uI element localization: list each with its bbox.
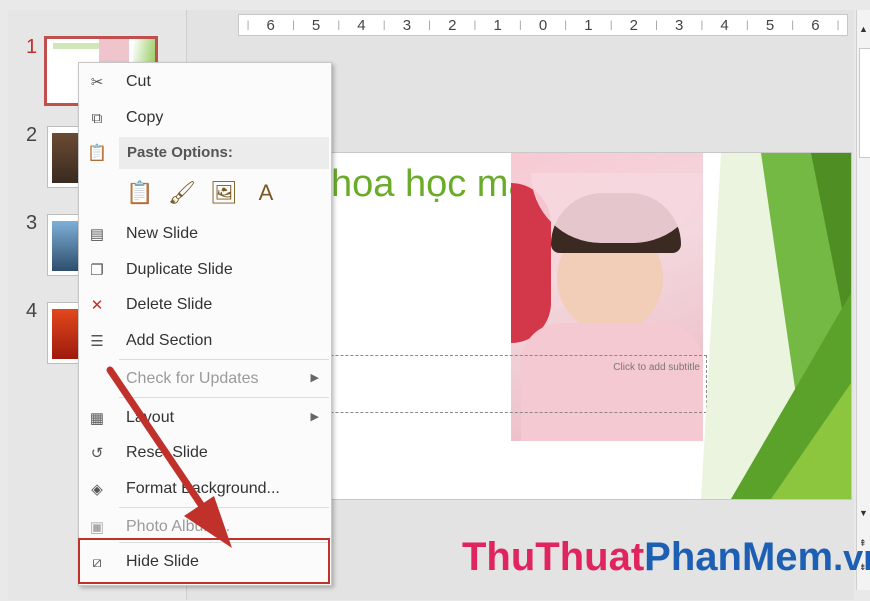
scissors-icon: ✂ [90,74,104,91]
ruler-label: 3 [402,16,412,34]
menu-item-label: New Slide [126,225,199,242]
menu-item-layout[interactable]: ▦ Layout ▶ [79,401,331,435]
ruler-label: 6 [266,16,275,34]
clipboard-icon: 📋 [87,145,107,162]
menu-item-reset-slide[interactable]: ↺ Reset Slide [79,436,331,470]
ruler-label: 2 [629,16,638,34]
ruler-label: 1 [493,16,502,34]
thumbnail-image [52,221,80,271]
ruler-label: 4 [720,16,729,34]
photo-album-icon: ▣ [89,519,105,536]
add-section-icon: ☰ [90,333,104,350]
menu-item-label: Check for Updates [126,370,259,387]
ruler-label: 5 [765,16,775,34]
submenu-arrow-icon: ▶ [310,411,319,423]
thumbnail-image [52,309,80,359]
thumbnail-image [52,133,80,183]
paint-bucket-icon: ◈ [91,481,103,498]
menu-item-label: Reset Slide [126,444,208,461]
subtitle-placeholder-text: Click to add subtitle [613,362,700,373]
watermark-part: PhanMem [644,535,834,579]
paste-use-destination-theme-icon[interactable]: 📋 [125,176,155,210]
menu-item-new-slide[interactable]: ▤ New Slide [79,217,331,251]
context-menu: ✂ Cut ⧉ Copy 📋 Paste Options: 📋 🖌 🖼 A ▤ … [78,62,332,586]
slide-number: 2 [26,124,38,146]
watermark-part: .vn [833,537,870,578]
delete-slide-icon: ✕ [90,297,104,314]
ruler-label: 3 [675,16,684,34]
menu-item-label: Delete Slide [126,296,213,313]
menu-item-label: Add Section [126,332,213,349]
menu-item-label: Cut [126,73,151,90]
menu-separator [119,397,329,398]
scroll-down-icon[interactable]: ▼ [859,508,868,518]
reset-slide-icon: ↺ [90,445,104,462]
ruler-label: 0 [538,16,548,34]
ruler-label: 6 [811,16,820,34]
paste-text-only-icon[interactable]: A [251,176,281,210]
ruler-label: 4 [357,16,366,34]
paste-options-header: 📋 Paste Options: [87,137,329,169]
submenu-arrow-icon: ▶ [310,372,319,384]
menu-separator [119,359,329,360]
menu-item-format-background[interactable]: ◈ Format Background... [79,472,331,506]
menu-separator [119,507,329,508]
hide-slide-highlight-box [78,538,330,584]
scrollbar-thumb[interactable] [859,48,870,158]
watermark: ThuThuatPhanMem.vn [462,535,870,580]
menu-item-label: Photo Album... [126,518,231,535]
paste-options-row: 📋 🖌 🖼 A [119,171,335,215]
paste-options-label: Paste Options: [127,144,233,161]
menu-item-label: Duplicate Slide [126,261,233,278]
menu-item-copy[interactable]: ⧉ Copy [79,101,331,135]
ruler-label: 1 [584,16,593,34]
menu-item-label: Copy [126,109,164,126]
slide-number: 3 [26,212,38,234]
green-decoration [701,153,851,499]
menu-item-label: Format Background... [126,480,280,497]
slide-number: 1 [26,36,38,58]
watermark-part: ThuThuat [462,535,645,579]
scroll-up-icon[interactable]: ▲ [859,24,868,34]
duplicate-slide-icon: ❐ [90,262,104,279]
menu-item-check-for-updates: Check for Updates ▶ [79,362,331,396]
paste-picture-icon[interactable]: 🖼 [209,176,239,210]
layout-icon: ▦ [89,410,105,427]
menu-item-cut[interactable]: ✂ Cut [79,65,331,99]
new-slide-icon: ▤ [89,226,105,243]
menu-item-duplicate-slide[interactable]: ❐ Duplicate Slide [79,253,331,287]
ruler-label: 5 [311,16,321,34]
copy-icon: ⧉ [91,109,103,127]
menu-item-delete-slide[interactable]: ✕ Delete Slide [79,288,331,322]
powerpoint-workspace: | 6 | 5 | 4 | 3 | 2 | 1 | 0 | 1 | 2 | 3 | 4 | 5 | 6 |… [0,0,870,601]
slide-number: 4 [26,300,38,322]
menu-item-label: Layout [126,409,175,426]
ruler-label: 2 [448,16,457,34]
menu-item-add-section[interactable]: ☰ Add Section [79,324,331,358]
vertical-scrollbar[interactable]: ▲ ▼ ⇞ ⇟ [856,10,870,590]
paste-keep-source-formatting-icon[interactable]: 🖌 [167,176,197,210]
horizontal-ruler: | 6 | 5 | 4 | 3 | 2 | 1 | 0 | 1 | 2 | 3 | 4 | 5 | 6 | [238,14,848,36]
